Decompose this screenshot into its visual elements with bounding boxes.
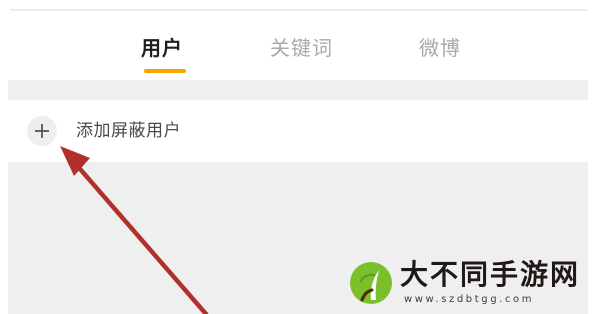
leaf-logo-icon: [350, 262, 392, 304]
watermark: 大不同手游网 www.szdbtgg.com: [348, 252, 600, 314]
screen: 用户 关键词 微博 添加屏蔽用户 大不同手游网 www.szdbtgg.com: [0, 0, 600, 314]
watermark-url: www.szdbtgg.com: [404, 294, 535, 305]
watermark-brand: 大不同手游网: [400, 258, 581, 291]
